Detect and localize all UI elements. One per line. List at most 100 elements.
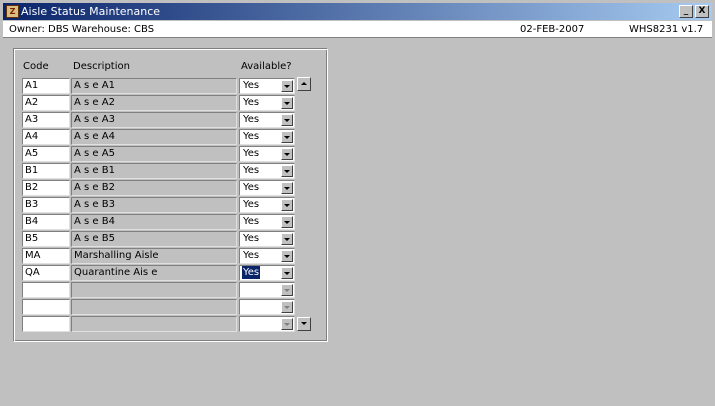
available-select[interactable]: Yes: [239, 265, 295, 281]
chevron-down-icon[interactable]: [281, 148, 293, 160]
window-title: Aisle Status Maintenance: [21, 5, 161, 18]
table-row: A2 A s e A2 Yes: [22, 95, 298, 112]
available-select[interactable]: Yes: [239, 146, 295, 162]
available-select[interactable]: Yes: [239, 129, 295, 145]
available-select[interactable]: [239, 316, 295, 332]
chevron-down-icon[interactable]: [281, 131, 293, 143]
chevron-down-icon[interactable]: [281, 165, 293, 177]
owner-warehouse-label: Owner: DBS Warehouse: CBS: [9, 24, 155, 35]
available-value: Yes: [243, 199, 260, 210]
description-field[interactable]: A s e A5: [71, 146, 237, 162]
table-row: A5 A s e A5 Yes: [22, 146, 298, 163]
code-column-header: Code: [23, 61, 49, 72]
available-value: Yes: [243, 233, 260, 244]
chevron-down-icon[interactable]: [281, 233, 293, 245]
description-field[interactable]: A s e B5: [71, 231, 237, 247]
available-value: Yes: [243, 80, 260, 91]
chevron-down-icon[interactable]: [281, 182, 293, 194]
chevron-down-icon[interactable]: [281, 216, 293, 228]
code-field[interactable]: B3: [22, 197, 70, 213]
date-label: 02-FEB-2007: [520, 24, 585, 35]
description-field[interactable]: Marshalling Aisle: [71, 248, 237, 264]
available-select[interactable]: Yes: [239, 78, 295, 94]
available-value: Yes: [243, 165, 260, 176]
table-row: B1 A s e B1 Yes: [22, 163, 298, 180]
description-field[interactable]: A s e A4: [71, 129, 237, 145]
close-button[interactable]: X: [695, 5, 709, 18]
table-row: QA Quarantine Ais e Yes: [22, 265, 298, 282]
available-select[interactable]: Yes: [239, 231, 295, 247]
table-row: A3 A s e A3 Yes: [22, 112, 298, 129]
table-row: [22, 299, 298, 316]
description-field[interactable]: [71, 299, 237, 315]
chevron-down-icon[interactable]: [281, 114, 293, 126]
chevron-down-icon[interactable]: [281, 80, 293, 92]
code-field[interactable]: A5: [22, 146, 70, 162]
code-field[interactable]: B2: [22, 180, 70, 196]
description-field[interactable]: [71, 316, 237, 332]
description-field[interactable]: A s e A3: [71, 112, 237, 128]
code-field[interactable]: B5: [22, 231, 70, 247]
app-icon[interactable]: Z: [6, 5, 19, 18]
available-select[interactable]: Yes: [239, 197, 295, 213]
available-select[interactable]: Yes: [239, 248, 295, 264]
chevron-down-icon[interactable]: [281, 199, 293, 211]
table-row: [22, 282, 298, 299]
available-value: [242, 300, 244, 313]
info-bar: Owner: DBS Warehouse: CBS 02-FEB-2007 WH…: [3, 21, 712, 38]
description-field[interactable]: A s e B1: [71, 163, 237, 179]
available-value: Yes: [243, 114, 260, 125]
description-field[interactable]: A s e A1: [71, 78, 237, 94]
code-field[interactable]: B4: [22, 214, 70, 230]
chevron-down-icon[interactable]: [281, 318, 293, 330]
table-row: MA Marshalling Aisle Yes: [22, 248, 298, 265]
aisle-status-window: Z Aisle Status Maintenance _ X Owner: DB…: [0, 0, 715, 406]
description-field[interactable]: A s e B3: [71, 197, 237, 213]
chevron-down-icon[interactable]: [281, 250, 293, 262]
code-field[interactable]: [22, 299, 70, 315]
available-select[interactable]: Yes: [239, 95, 295, 111]
code-field[interactable]: B1: [22, 163, 70, 179]
title-bar[interactable]: Z Aisle Status Maintenance _ X: [3, 3, 712, 20]
table-row: B4 A s e B4 Yes: [22, 214, 298, 231]
code-field[interactable]: [22, 316, 70, 332]
minimize-button[interactable]: _: [679, 5, 693, 18]
vertical-scrollbar[interactable]: [297, 77, 311, 331]
description-field[interactable]: [71, 282, 237, 298]
chevron-down-icon[interactable]: [281, 267, 293, 279]
table-row: B3 A s e B3 Yes: [22, 197, 298, 214]
table-row: A4 A s e A4 Yes: [22, 129, 298, 146]
available-select[interactable]: Yes: [239, 214, 295, 230]
chevron-down-icon[interactable]: [281, 97, 293, 109]
available-value: Yes: [242, 266, 261, 279]
available-value: Yes: [243, 97, 260, 108]
available-value: Yes: [243, 148, 260, 159]
scroll-up-arrow-icon[interactable]: [297, 77, 311, 91]
available-select[interactable]: [239, 299, 295, 315]
description-column-header: Description: [73, 61, 130, 72]
chevron-down-icon[interactable]: [281, 301, 293, 313]
code-field[interactable]: A1: [22, 78, 70, 94]
code-field[interactable]: A2: [22, 95, 70, 111]
scroll-track[interactable]: [298, 91, 310, 317]
available-value: Yes: [243, 250, 260, 261]
available-select[interactable]: [239, 282, 295, 298]
code-field[interactable]: [22, 282, 70, 298]
available-select[interactable]: Yes: [239, 180, 295, 196]
table-row: [22, 316, 298, 333]
chevron-down-icon[interactable]: [281, 284, 293, 296]
description-field[interactable]: A s e B4: [71, 214, 237, 230]
code-field[interactable]: A3: [22, 112, 70, 128]
available-value: [242, 283, 244, 296]
available-value: Yes: [243, 131, 260, 142]
available-select[interactable]: Yes: [239, 112, 295, 128]
description-field[interactable]: A s e B2: [71, 180, 237, 196]
code-field[interactable]: MA: [22, 248, 70, 264]
code-field[interactable]: A4: [22, 129, 70, 145]
scroll-down-arrow-icon[interactable]: [297, 317, 311, 331]
code-field[interactable]: QA: [22, 265, 70, 281]
description-field[interactable]: Quarantine Ais e: [71, 265, 237, 281]
description-field[interactable]: A s e A2: [71, 95, 237, 111]
available-value: Yes: [243, 182, 260, 193]
available-select[interactable]: Yes: [239, 163, 295, 179]
